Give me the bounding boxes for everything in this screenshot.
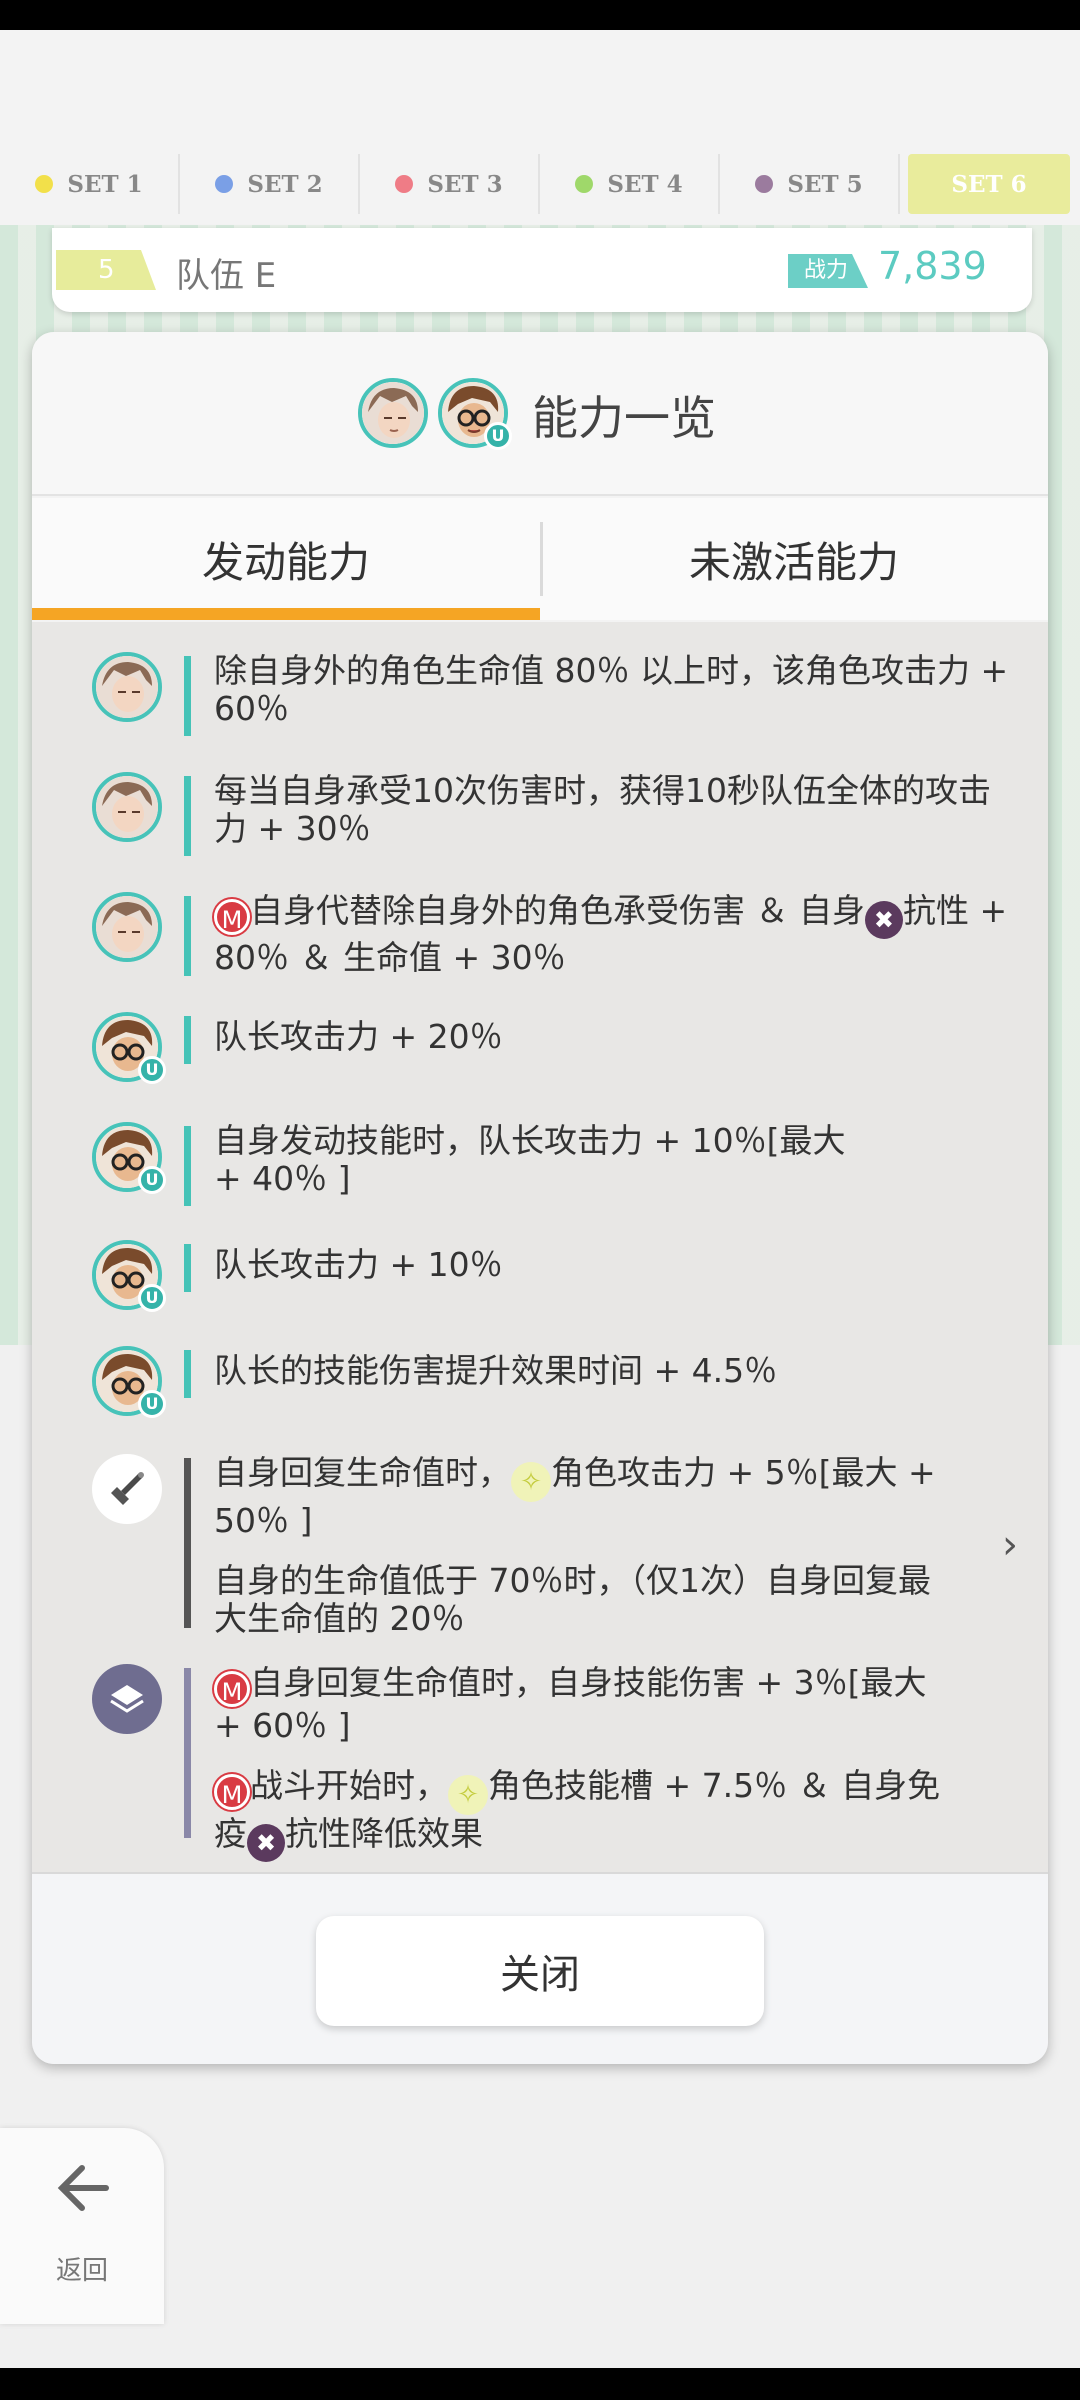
character-a-avatar	[92, 892, 162, 962]
modal-title: 能力一览	[532, 391, 716, 445]
ability-bar	[184, 1668, 191, 1838]
set-tab-label: SET 4	[607, 170, 683, 198]
character-a-avatar	[92, 652, 162, 722]
ability-text: 除自身外的角色生命值 80％ 以上时，该角色攻击力 + 60％	[214, 651, 1009, 728]
star-attribute-icon: ✧	[511, 1462, 551, 1502]
tab-inactive-abilities[interactable]: 未激活能力	[540, 498, 1048, 620]
ability-list-modal: U 能力一览 发动能力 未激活能力 除自身外的角色生命值 80％ 以上时，该角色…	[32, 332, 1048, 2064]
unit-badge-icon: U	[138, 1056, 166, 1084]
tab-set-4[interactable]: SET 4	[540, 154, 720, 214]
ability-bar	[184, 1350, 191, 1398]
modal-header: U 能力一览	[32, 332, 1048, 496]
m-mark-icon: M	[214, 1671, 250, 1707]
set-tab-label: SET 5	[787, 170, 863, 198]
ability-list: 除自身外的角色生命值 80％ 以上时，该角色攻击力 + 60％ 每当自身承受10…	[32, 622, 1048, 1872]
ability-text: M 自身回复生命值时，自身技能伤害 + 3％[最大 + 60％ ] M 战斗开始时，…	[214, 1664, 954, 1862]
ability-bar	[184, 776, 191, 856]
ability-bar	[184, 1458, 191, 1628]
chevron-right-icon[interactable]: ›	[1002, 1522, 1018, 1568]
close-button[interactable]: 关闭	[316, 1916, 764, 2026]
team-card[interactable]: 5 队伍 E 战力 7,839	[52, 228, 1032, 312]
set-tab-label: SET 2	[247, 170, 323, 198]
set-tabs: SET 1 SET 2 SET 3 SET 4 SET 5 SET 6	[0, 150, 1080, 218]
status-bar	[0, 0, 1080, 30]
character-a-avatar	[92, 772, 162, 842]
unit-badge-icon: U	[138, 1166, 166, 1194]
back-label: 返回	[55, 2256, 108, 2286]
tab-set-3[interactable]: SET 3	[360, 154, 540, 214]
power-label: 战力	[788, 254, 868, 288]
character-b-avatar: U	[92, 1012, 166, 1084]
character-b-avatar: U	[438, 378, 512, 450]
character-a-avatar	[358, 378, 428, 448]
set-1-dot-icon	[35, 175, 54, 193]
unit-badge-icon: U	[138, 1284, 166, 1312]
tab-set-2[interactable]: SET 2	[180, 154, 360, 214]
modal-footer: 关闭	[32, 1872, 1048, 2064]
tab-active-abilities[interactable]: 发动能力	[32, 498, 540, 620]
ability-text: 自身回复生命值时， ✧ 角色攻击力 + 5％[最大 + 50％ ] 自身的生命值低于…	[214, 1453, 936, 1638]
ability-bar	[184, 656, 191, 736]
tab-set-1[interactable]: SET 1	[0, 154, 180, 214]
team-number: 5	[56, 250, 156, 290]
m-mark-icon: M	[214, 1774, 250, 1810]
character-b-avatar: U	[92, 1122, 166, 1194]
ability-text: 队长的技能伤害提升效果时间 + 4.5％	[214, 1351, 778, 1390]
ability-text: M 自身代替除自身外的角色承受伤害 ＆ 自身 ✖ 抗性 + 80％ ＆ 生命值 + 3…	[214, 891, 1008, 977]
ability-text: 每当自身承受10次伤害时，获得10秒队伍全体的攻击力 + 30％	[214, 771, 991, 848]
ability-bar	[184, 1244, 191, 1292]
set-tab-label: SET 3	[427, 170, 503, 198]
set-3-dot-icon	[395, 175, 414, 193]
ability-text: 队长攻击力 + 10％	[214, 1245, 503, 1284]
ability-text: 队长攻击力 + 20％	[214, 1017, 503, 1056]
cross-attribute-icon: ✖	[864, 901, 903, 939]
cross-attribute-icon: ✖	[247, 1824, 285, 1862]
set-tab-label: SET 1	[67, 170, 143, 198]
ability-bar	[184, 1016, 191, 1064]
unit-badge-icon: U	[138, 1390, 166, 1418]
navigation-bar	[0, 2368, 1080, 2400]
arrow-left-icon	[52, 2158, 112, 2222]
sword-icon	[92, 1454, 162, 1524]
m-mark-icon: M	[214, 899, 250, 935]
set-5-dot-icon	[755, 175, 774, 193]
ability-text: 自身发动技能时，队长攻击力 + 10％[最大 + 40％ ]	[214, 1121, 846, 1198]
ability-bar	[184, 1126, 191, 1206]
tab-set-6[interactable]: SET 6	[908, 154, 1070, 214]
tab-divider	[540, 522, 543, 596]
back-button[interactable]: 返回	[0, 2128, 164, 2324]
shield-icon	[92, 1664, 162, 1734]
star-attribute-icon: ✧	[448, 1775, 488, 1815]
character-b-avatar: U	[92, 1240, 166, 1312]
unit-badge-icon: U	[484, 422, 512, 450]
power-value: 7,839	[878, 244, 987, 288]
tab-set-5[interactable]: SET 5	[720, 154, 900, 214]
set-2-dot-icon	[215, 175, 234, 193]
team-name: 队伍 E	[176, 256, 277, 296]
character-b-avatar: U	[92, 1346, 166, 1418]
set-4-dot-icon	[575, 175, 594, 193]
set-tab-label: SET 6	[951, 170, 1027, 198]
ability-bar	[184, 896, 191, 976]
